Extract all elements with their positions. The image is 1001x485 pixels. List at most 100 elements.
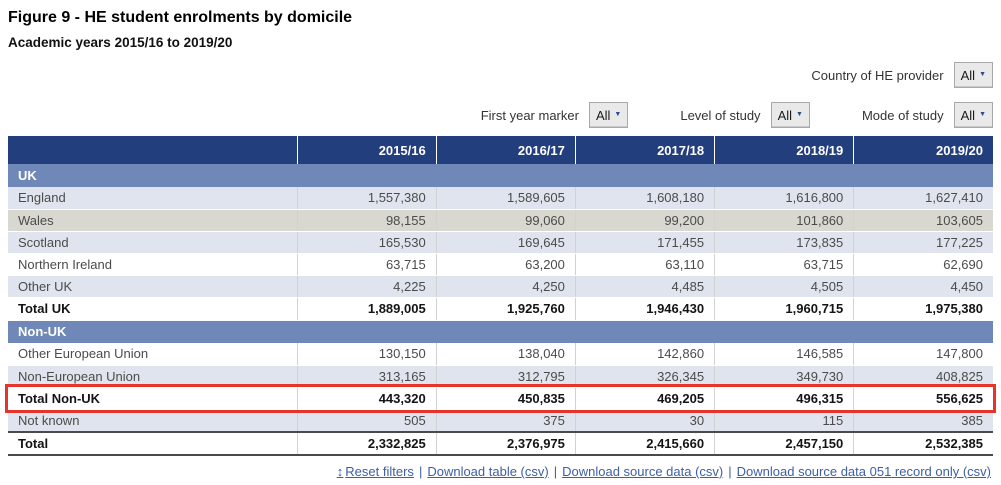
table-row-northern-ireland: Northern Ireland63,71563,20063,11063,715…: [8, 253, 993, 275]
row-label: Scotland: [8, 231, 297, 253]
row-label: Total: [8, 432, 297, 455]
figure-subtitle: Academic years 2015/16 to 2019/20: [8, 35, 993, 50]
row-label: Wales: [8, 209, 297, 231]
cell-value: 115: [715, 410, 854, 432]
cell-value: 4,485: [575, 275, 714, 297]
table-row-total: Total2,332,8252,376,9752,415,6602,457,15…: [8, 432, 993, 455]
cell-value: 63,715: [297, 253, 436, 275]
header-year: 2018/19: [715, 136, 854, 164]
figure-page: Figure 9 - HE student enrolments by domi…: [0, 0, 1001, 479]
cell-value: 177,225: [854, 231, 993, 253]
table-row-total-uk: Total UK1,889,0051,925,7601,946,4301,960…: [8, 297, 993, 320]
level-filter-value: All: [778, 108, 792, 123]
cell-value: 30: [575, 410, 714, 432]
cell-value: 1,557,380: [297, 187, 436, 209]
cell-value: 1,589,605: [436, 187, 575, 209]
reset-filters-icon: ↕: [337, 464, 344, 479]
table-row-not-known: Not known50537530115385: [8, 410, 993, 432]
cell-value: 171,455: [575, 231, 714, 253]
cell-value: 138,040: [436, 343, 575, 365]
table-header-row: 2015/16 2016/17 2017/18 2018/19 2019/20: [8, 136, 993, 164]
row-label: Total UK: [8, 297, 297, 320]
enrolments-table: 2015/16 2016/17 2017/18 2018/19 2019/20 …: [8, 136, 993, 456]
cell-value: 1,946,430: [575, 297, 714, 320]
chevron-down-icon: ▼: [796, 111, 803, 118]
link-separator: |: [728, 464, 731, 479]
download-source-data-link[interactable]: Download source data (csv): [562, 464, 723, 479]
header-year: 2019/20: [854, 136, 993, 164]
cell-value: 450,835: [436, 387, 575, 410]
cell-value: 147,800: [854, 343, 993, 365]
table-row-wales: Wales98,15599,06099,200101,860103,605: [8, 209, 993, 231]
country-filter-dropdown[interactable]: All ▼: [954, 62, 993, 88]
table-row-non-european-union: Non-European Union313,165312,795326,3453…: [8, 365, 993, 387]
cell-value: 4,505: [715, 275, 854, 297]
level-filter-dropdown[interactable]: All ▼: [771, 102, 810, 128]
cell-value: 469,205: [575, 387, 714, 410]
first-year-filter-label: First year marker: [481, 108, 579, 123]
country-filter-label: Country of HE provider: [811, 68, 943, 83]
row-label: Non-European Union: [8, 365, 297, 387]
cell-value: 99,200: [575, 209, 714, 231]
cell-value: 2,332,825: [297, 432, 436, 455]
filter-row-country: Country of HE provider All ▼: [8, 62, 993, 88]
cell-value: 146,585: [715, 343, 854, 365]
cell-value: 1,616,800: [715, 187, 854, 209]
chevron-down-icon: ▼: [979, 71, 986, 78]
row-label: Other UK: [8, 275, 297, 297]
table-row-other-uk: Other UK4,2254,2504,4854,5054,450: [8, 275, 993, 297]
row-label: Northern Ireland: [8, 253, 297, 275]
cell-value: 63,200: [436, 253, 575, 275]
row-label: Other European Union: [8, 343, 297, 365]
cell-value: 130,150: [297, 343, 436, 365]
cell-value: 173,835: [715, 231, 854, 253]
cell-value: 1,960,715: [715, 297, 854, 320]
cell-value: 165,530: [297, 231, 436, 253]
link-separator: |: [419, 464, 422, 479]
filter-row-secondary: First year marker All ▼ Level of study A…: [8, 102, 993, 128]
cell-value: 556,625: [854, 387, 993, 410]
filter-group-mode: Mode of study All ▼: [862, 102, 993, 128]
table-row-england: England1,557,3801,589,6051,608,1801,616,…: [8, 187, 993, 209]
section-row-non-uk: Non-UK: [8, 320, 993, 343]
cell-value: 313,165: [297, 365, 436, 387]
table-footer-links: ↕Reset filters | Download table (csv) | Down…: [8, 464, 993, 479]
header-year: 2015/16: [297, 136, 436, 164]
download-table-link[interactable]: Download table (csv): [427, 464, 548, 479]
mode-filter-label: Mode of study: [862, 108, 944, 123]
row-label: Total Non-UK: [8, 387, 297, 410]
cell-value: 142,860: [575, 343, 714, 365]
header-year: 2016/17: [436, 136, 575, 164]
cell-value: 62,690: [854, 253, 993, 275]
cell-value: 99,060: [436, 209, 575, 231]
header-year: 2017/18: [575, 136, 714, 164]
chevron-down-icon: ▼: [979, 111, 986, 118]
link-separator: |: [554, 464, 557, 479]
cell-value: 1,608,180: [575, 187, 714, 209]
mode-filter-dropdown[interactable]: All ▼: [954, 102, 993, 128]
mode-filter-value: All: [961, 108, 975, 123]
cell-value: 98,155: [297, 209, 436, 231]
cell-value: 63,110: [575, 253, 714, 275]
cell-value: 496,315: [715, 387, 854, 410]
cell-value: 385: [854, 410, 993, 432]
cell-value: 1,889,005: [297, 297, 436, 320]
cell-value: 2,415,660: [575, 432, 714, 455]
first-year-filter-dropdown[interactable]: All ▼: [589, 102, 628, 128]
cell-value: 103,605: [854, 209, 993, 231]
row-label: Not known: [8, 410, 297, 432]
cell-value: 4,250: [436, 275, 575, 297]
cell-value: 63,715: [715, 253, 854, 275]
filter-group-level: Level of study All ▼: [680, 102, 810, 128]
cell-value: 1,975,380: [854, 297, 993, 320]
cell-value: 1,627,410: [854, 187, 993, 209]
cell-value: 312,795: [436, 365, 575, 387]
cell-value: 443,320: [297, 387, 436, 410]
cell-value: 505: [297, 410, 436, 432]
cell-value: 4,225: [297, 275, 436, 297]
download-source-data-051-link[interactable]: Download source data 051 record only (cs…: [737, 464, 991, 479]
reset-filters-link[interactable]: ↕Reset filters: [337, 464, 414, 479]
cell-value: 349,730: [715, 365, 854, 387]
header-empty-cell: [8, 136, 297, 164]
section-label: Non-UK: [8, 320, 993, 343]
